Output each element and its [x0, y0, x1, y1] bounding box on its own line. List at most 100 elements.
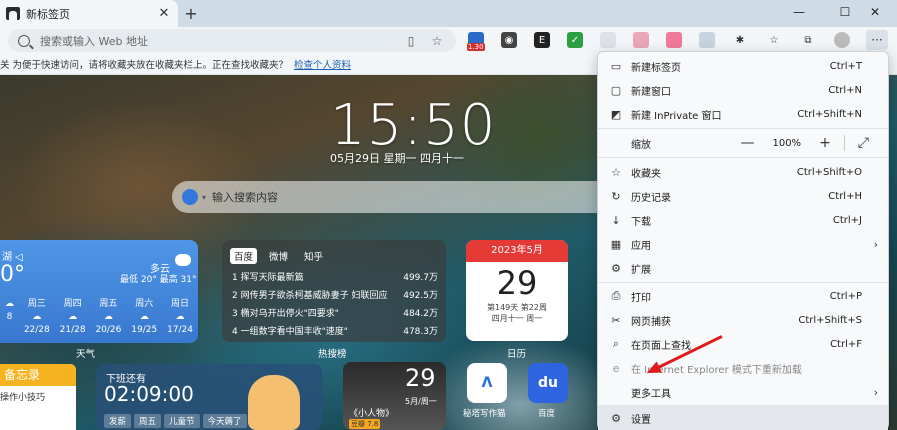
tab-title: 新标签页 — [26, 7, 70, 21]
hot-search-label: 热搜榜 — [318, 349, 347, 360]
extension-icon[interactable]: ◉ — [501, 32, 517, 48]
shield-icon[interactable]: ✓ — [567, 32, 583, 48]
close-window-button[interactable]: ✕ — [853, 0, 897, 24]
hot-search-row[interactable]: 1 挥写天际最新篇 499.7万 — [232, 270, 438, 283]
app-mita-tile[interactable]: Λ — [467, 363, 507, 403]
fullscreen-icon[interactable]: ⤢ — [858, 135, 869, 151]
menu-favorites[interactable]: ☆ 收藏夹 Ctrl+Shift+O — [598, 160, 888, 184]
extension-icon[interactable] — [600, 32, 616, 48]
countdown-tag[interactable]: 发薪 — [104, 414, 132, 428]
menu-print[interactable]: ⎙ 打印 Ctrl+P — [598, 284, 888, 308]
extensions-puzzle-icon: ⚙ — [611, 261, 621, 275]
calendar-day: 29 — [496, 264, 538, 302]
ie-icon: e — [612, 361, 620, 375]
favorites-icon[interactable]: ☆ — [766, 32, 782, 48]
hot-search-tabs: 百度 微博 知乎 — [230, 248, 327, 264]
weather-card[interactable]: 湖 ◁ 0° 多云 最低 20° 最高 31° ☁ 8 周三 ☁ 22/28 周四 ☁ 2… — [0, 240, 198, 343]
menu-history[interactable]: ↻ 历史记录 Ctrl+H — [598, 184, 888, 208]
inprivate-icon: ◩ — [610, 107, 622, 121]
forecast-day: 周六 ☁ 19/25 — [131, 299, 158, 335]
movie-card[interactable]: 29 5月/周一 《小人物》 豆瓣 7.8 — [343, 362, 446, 430]
cat-illustration — [248, 375, 300, 430]
new-window-icon: ▢ — [610, 83, 622, 97]
web-capture-icon: ✂ — [611, 313, 621, 327]
baidu-paw-icon[interactable] — [182, 189, 198, 205]
countdown-tag[interactable]: 今天薅了 — [202, 414, 247, 428]
menu-apps[interactable]: ▦ 应用 › — [598, 232, 888, 256]
memo-title: 备忘录 — [0, 364, 76, 386]
menu-ie-mode: e在 Internet Explorer 模式下重新加载 — [598, 356, 888, 380]
zoom-out-button[interactable]: — — [740, 135, 754, 151]
weather-forecast: ☁ 8 周三 ☁ 22/28 周四 ☁ 21/28 周五 ☁ 20/26 周六 ☁ 19/25 周… — [0, 296, 198, 338]
extension-icon[interactable]: E — [534, 32, 550, 48]
tab-baidu[interactable]: 百度 — [230, 248, 258, 264]
extensions-puzzle-icon[interactable]: ✱ — [732, 32, 748, 48]
menu-new-window[interactable]: ▢ 新建窗口 Ctrl+N — [598, 78, 888, 102]
menu-new-inprivate[interactable]: ◩ 新建 InPrivate 窗口 Ctrl+Shift+N — [598, 102, 888, 126]
menu-find-on-page[interactable]: ⌕ 在页面上查找 Ctrl+F — [598, 332, 888, 356]
clock-time: 15:50 — [330, 93, 497, 158]
zoom-value: 100% — [772, 137, 802, 149]
favorites-bar-message: 关 为便于快速访问，请将收藏夹放在收藏夹栏上。正在查找收藏夹？ — [0, 60, 289, 71]
forecast-day: 周三 ☁ 22/28 — [23, 299, 50, 335]
menu-divider — [598, 128, 888, 129]
hot-search-row[interactable]: 4 一组数字看中国丰收"速度" 478.3万 — [232, 324, 438, 337]
profile-avatar[interactable] — [834, 32, 850, 48]
add-favorite-icon[interactable]: ☆ — [430, 34, 444, 48]
collections-icon[interactable]: ⧉ — [800, 32, 816, 48]
print-icon: ⎙ — [611, 289, 621, 302]
forecast-day: 周日 ☁ 17/24 — [167, 299, 193, 335]
title-bar: 新标签页 ✕ + — ☐ ✕ — [0, 0, 897, 27]
browser-tab[interactable]: 新标签页 ✕ — [0, 0, 178, 27]
memo-card[interactable]: 备忘录 操作小技巧 — [0, 364, 76, 430]
ntp-search-box[interactable]: ▾ 输入搜索内容 — [172, 181, 612, 213]
tab-close-button[interactable]: ✕ — [156, 6, 172, 22]
extension-icon[interactable] — [666, 32, 682, 48]
hot-search-row[interactable]: 2 网传男子欲杀柯基威胁妻子 妇联回应 492.5万 — [232, 288, 438, 301]
find-icon: ⌕ — [612, 337, 620, 350]
search-placeholder: 输入搜索内容 — [212, 191, 279, 204]
calendar-month: 2023年5月 — [466, 240, 568, 262]
menu-downloads[interactable]: ↓ 下载 Ctrl+J — [598, 208, 888, 232]
cloud-icon — [175, 254, 191, 266]
movie-day: 29 — [405, 364, 436, 392]
weather-location: 湖 ◁ — [2, 252, 23, 263]
tab-weibo[interactable]: 微博 — [265, 248, 292, 264]
forecast-day: 周四 ☁ 21/28 — [59, 299, 86, 335]
zoom-in-button[interactable]: + — [819, 135, 831, 151]
favorites-icon: ☆ — [611, 165, 621, 179]
hot-search-card: 百度 微博 知乎 1 挥写天际最新篇 499.7万 2 网传男子欲杀柯基威胁妻子 … — [222, 240, 446, 342]
chevron-down-icon[interactable]: ▾ — [202, 193, 206, 202]
address-bar[interactable]: 搜索或输入 Web 地址 ▯ ☆ — [8, 29, 456, 52]
zoom-label: 缩放 — [631, 139, 651, 151]
zoom-control: — 100% + ⤢ — [731, 135, 878, 151]
reader-view-icon[interactable]: ▯ — [404, 34, 418, 48]
gear-icon: ⚙ — [611, 411, 621, 425]
countdown-tag[interactable]: 儿童节 — [164, 414, 200, 428]
settings-menu: ▭ 新建标签页 Ctrl+T ▢ 新建窗口 Ctrl+N ◩ 新建 InPrivate 窗… — [597, 51, 889, 430]
apps-icon: ▦ — [610, 237, 622, 251]
menu-new-tab[interactable]: ▭ 新建标签页 Ctrl+T — [598, 54, 888, 78]
settings-more-button[interactable]: ··· — [866, 30, 888, 50]
menu-divider — [598, 282, 888, 283]
calendar-card[interactable]: 2023年5月 29 第149天 第22周 四月十一 周一 — [466, 240, 568, 341]
download-icon: ↓ — [611, 213, 621, 227]
menu-extensions[interactable]: ⚙ 扩展 — [598, 256, 888, 280]
app-baidu-tile[interactable]: du — [528, 363, 568, 403]
tab-zhihu[interactable]: 知乎 — [300, 248, 327, 264]
forecast-day: 周五 ☁ 20/26 — [95, 299, 122, 335]
menu-web-capture[interactable]: ✂ 网页捕获 Ctrl+Shift+S — [598, 308, 888, 332]
movie-name: 《小人物》 — [349, 409, 395, 419]
extension-icon[interactable] — [633, 32, 649, 48]
check-profile-link[interactable]: 检查个人资料 — [294, 57, 351, 71]
image-icon[interactable] — [699, 32, 715, 48]
menu-settings[interactable]: ⚙ 设置 — [598, 406, 888, 430]
search-icon — [18, 34, 30, 47]
extension-badge: 1.30 — [467, 43, 485, 51]
memo-item: 操作小技巧 — [0, 393, 46, 403]
countdown-tag[interactable]: 周五 — [134, 414, 162, 428]
new-tab-button[interactable]: + — [182, 4, 200, 23]
hot-search-row[interactable]: 3 椭对乌开出停火"四要求" 484.2万 — [232, 306, 438, 319]
menu-more-tools[interactable]: 更多工具 › — [598, 380, 888, 404]
minimize-button[interactable]: — — [777, 0, 821, 24]
